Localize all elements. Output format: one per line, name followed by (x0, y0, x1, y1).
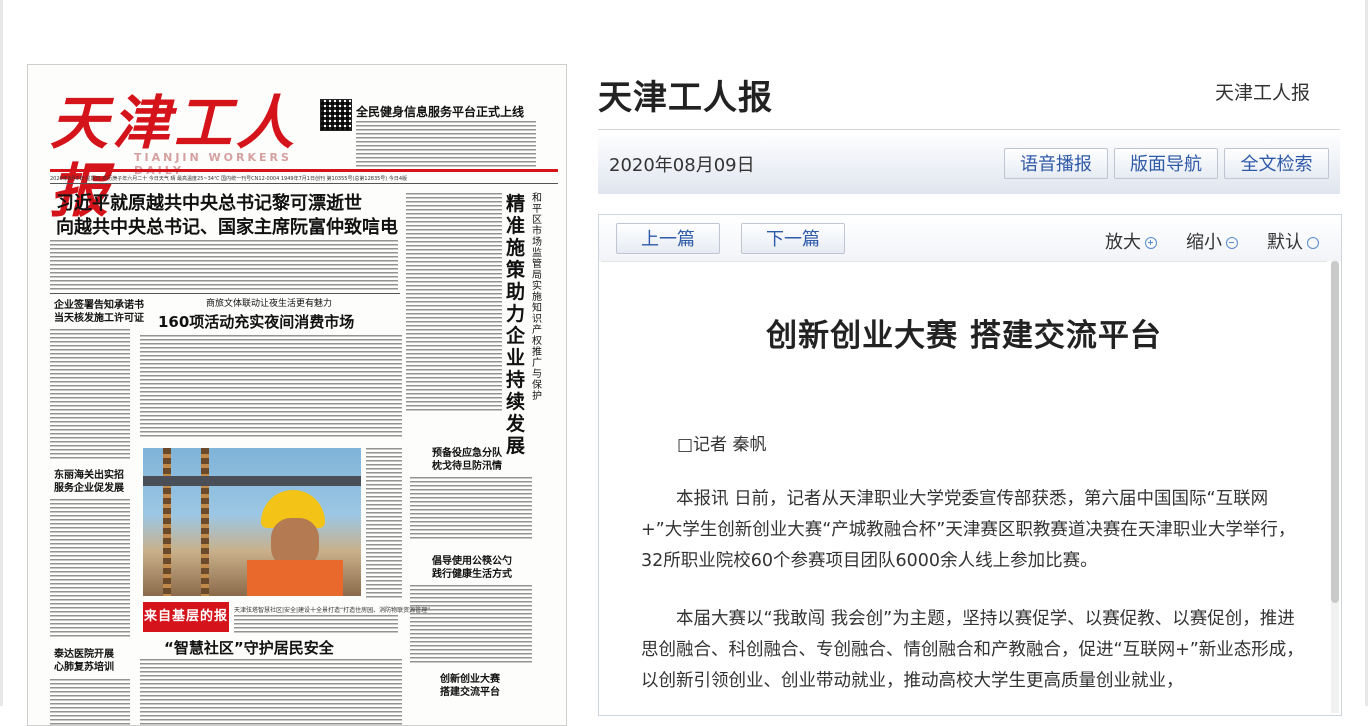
divider (50, 293, 400, 294)
scrollbar-thumb[interactable] (1331, 261, 1339, 603)
bottom-headline[interactable]: “智慧社区”守护居民安全 (164, 637, 334, 658)
photo-chain (201, 448, 209, 596)
left-col-headline-2[interactable]: 东丽海关出实招 (54, 469, 124, 482)
text-block (410, 477, 532, 541)
site-title: 天津工人报 (598, 78, 773, 118)
article-scrollbar[interactable] (1331, 261, 1339, 713)
lead-headline-2[interactable]: 向越共中央总书记、国家主席阮富仲致唁电 (56, 213, 398, 239)
right-col-headline-1b[interactable]: 枕戈待旦防汛情 (432, 460, 502, 473)
fulltext-search-button[interactable]: 全文检索 (1224, 148, 1329, 179)
text-block (50, 329, 130, 461)
left-col-headline-2b[interactable]: 服务企业促发展 (54, 482, 124, 495)
right-col-headline-2b[interactable]: 践行健康生活方式 (432, 568, 512, 581)
page-navigation-button[interactable]: 版面导航 (1114, 148, 1218, 179)
prev-article-button[interactable]: 上一篇 (616, 223, 720, 254)
left-col-headline-3b[interactable]: 心肺复苏培训 (54, 661, 114, 674)
article-byline: □记者 秦帆 (677, 435, 767, 455)
vertical-subhead: 和平区市场监管局实施知识产权推广与保护 (532, 193, 542, 402)
article-toolbar: 上一篇 下一篇 放大 缩小 默认 (599, 215, 1341, 261)
frame-left-border (0, 0, 3, 706)
photo-chain (163, 448, 171, 596)
left-col-headline-1[interactable]: 企业签署告知承诺书 (54, 299, 144, 312)
zoom-out-label: 缩小 (1186, 232, 1222, 253)
text-block (50, 240, 398, 290)
voice-broadcast-button[interactable]: 语音播报 (1004, 148, 1108, 179)
right-col-headline-3b[interactable]: 搭建交流平台 (440, 686, 500, 699)
article-paragraph: 本报讯 日前，记者从天津职业大学党委宣传部获悉，第六届中国国际“互联网+”大学生… (641, 489, 1296, 571)
mid-kicker: 商旅文体联动让夜生活更有魅力 (206, 299, 333, 309)
top-headline[interactable]: 全民健身信息服务平台正式上线 (356, 103, 524, 120)
right-col-headline-3[interactable]: 创新创业大赛 (440, 673, 500, 686)
zoom-default-button[interactable]: 默认 (1267, 228, 1319, 254)
zoom-in-label: 放大 (1105, 232, 1141, 253)
article-title: 创新创业大赛 搭建交流平台 (766, 318, 1162, 354)
zoom-out-icon (1226, 237, 1238, 249)
qr-code-icon (320, 99, 352, 131)
text-block (50, 679, 130, 725)
text-block (410, 585, 532, 665)
next-article-button[interactable]: 下一篇 (741, 223, 845, 254)
issue-date: 2020年08月09日 (609, 155, 755, 176)
text-block (50, 499, 130, 639)
left-col-headline-3[interactable]: 泰达医院开展 (54, 648, 114, 661)
zoom-default-icon (1307, 237, 1319, 249)
mid-headline[interactable]: 160项活动充实夜间消费市场 (158, 311, 354, 332)
text-block (234, 615, 398, 633)
text-block (140, 659, 402, 725)
worker-photo[interactable] (143, 448, 361, 596)
photo-beam (143, 476, 361, 486)
article-content: 创新创业大赛 搭建交流平台 □记者 秦帆 本报讯 日前，记者从天津职业大学党委宣… (601, 261, 1327, 714)
zoom-in-icon (1145, 237, 1157, 249)
text-block (406, 193, 502, 413)
right-col-headline-2[interactable]: 倡导使用公筷公勺 (432, 555, 512, 568)
masthead: 天津工人报 TIANJIN WORKERS DAILY (50, 89, 340, 225)
article-panel: 上一篇 下一篇 放大 缩小 默认 创新创业大赛 搭建交流平台 □记者 秦帆 本报… (598, 214, 1342, 716)
right-col-headline-1[interactable]: 预备役应急分队 (432, 447, 502, 460)
date-toolbar: 2020年08月09日 语音播报 版面导航 全文检索 (598, 131, 1340, 194)
grassroots-report-banner: 来自基层的报道 (143, 602, 229, 654)
bottom-kicker: 天津弦塔智慧社区|安全|建设十全景打造“打造住房园、消防物联资源管理” (234, 607, 431, 614)
left-col-headline-1b[interactable]: 当天核发施工许可证 (54, 312, 144, 325)
newspaper-page[interactable]: 天津工人报 TIANJIN WORKERS DAILY 全民健身信息服务平台正式… (27, 64, 567, 726)
lead-headline-1[interactable]: 习近平就原越共中央总书记黎可漂逝世 (56, 189, 362, 215)
title-divider (598, 129, 1340, 130)
zoom-in-button[interactable]: 放大 (1105, 228, 1157, 254)
issue-line: 2020年8月9日 星期日 农历庚子年六月二十 今日天气 晴 最高温度25~34… (50, 176, 408, 182)
text-block (140, 335, 402, 439)
zoom-out-button[interactable]: 缩小 (1186, 228, 1238, 254)
zoom-default-label: 默认 (1267, 232, 1303, 253)
paper-name[interactable]: 天津工人报 (1215, 78, 1310, 105)
vertical-headline[interactable]: 精准施策助力企业持续发展 (506, 193, 530, 457)
text-block (356, 121, 536, 167)
masthead-rule (50, 169, 558, 172)
text-block (366, 448, 402, 598)
article-paragraph: 本届大赛以“我敢闯 我会创”为主题，坚持以赛促学、以赛促教、以赛促创，推进思创融… (641, 609, 1304, 691)
divider (50, 183, 558, 184)
masthead-english: TIANJIN WORKERS DAILY (134, 151, 292, 177)
photo-vest (247, 560, 343, 596)
